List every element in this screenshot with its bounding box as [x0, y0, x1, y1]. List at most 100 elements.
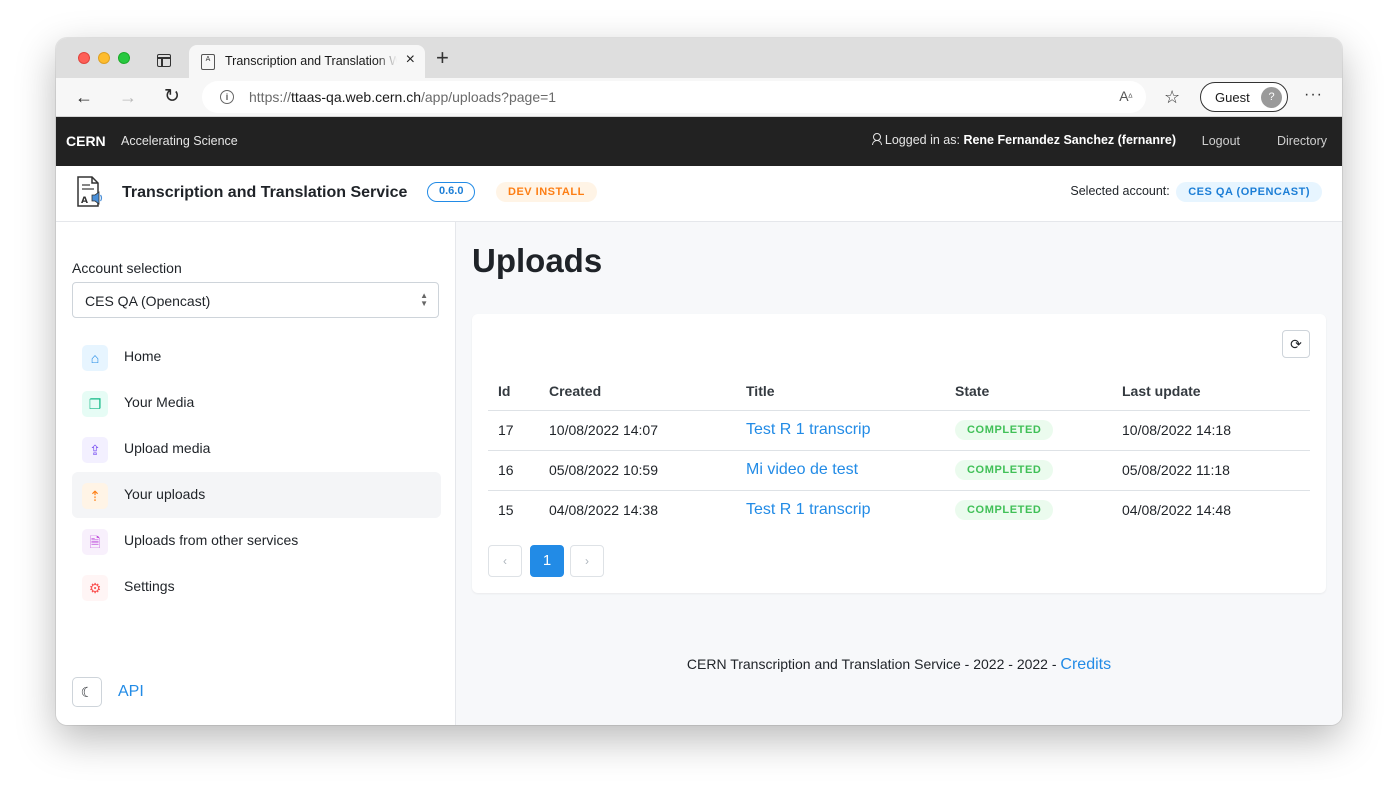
- cell-created: 10/08/2022 14:07: [539, 410, 736, 451]
- page-button-current[interactable]: 1: [530, 545, 564, 577]
- upload-title-link[interactable]: Test R 1 transcrip: [746, 421, 870, 438]
- api-link[interactable]: API: [118, 683, 144, 701]
- url-text[interactable]: https://ttaas-qa.web.cern.ch/app/uploads…: [249, 89, 556, 105]
- back-arrow-icon[interactable]: ←: [72, 85, 96, 109]
- cell-created: 05/08/2022 10:59: [539, 450, 736, 491]
- upload-title-link[interactable]: Test R 1 transcrip: [746, 501, 870, 518]
- transcription-logo-icon[interactable]: A: [75, 176, 103, 208]
- tab-actions-icon[interactable]: [157, 54, 171, 67]
- footer-text: CERN Transcription and Translation Servi…: [686, 656, 1057, 672]
- url-host: ttaas-qa.web.cern.ch: [291, 89, 421, 105]
- selector-arrows-icon: ▲ ▼: [420, 291, 428, 308]
- upload-title-link[interactable]: Mi video de test: [746, 461, 858, 478]
- account-select[interactable]: CES QA (Opencast) ▲ ▼: [72, 282, 439, 318]
- footer: CERN Transcription and Translation Servi…: [456, 656, 1342, 674]
- login-info: Logged in as: Rene Fernandez Sanchez (fe…: [871, 133, 1176, 147]
- read-aloud-icon[interactable]: Aᐞ: [1119, 88, 1133, 104]
- column-header-created[interactable]: Created: [539, 372, 736, 411]
- browser-tab[interactable]: A Transcription and Translation Web ×: [189, 45, 425, 78]
- chevron-right-icon[interactable]: ›: [570, 545, 604, 577]
- selected-account-badge: CES QA (OPENCAST): [1176, 182, 1322, 202]
- account-selection-label: Account selection: [72, 260, 182, 276]
- sidebar-item-label: Your Media: [124, 394, 195, 410]
- uploads-table: Id Created Title State Last update 17 10…: [488, 372, 1310, 530]
- directory-link[interactable]: Directory: [1277, 134, 1327, 148]
- cell-id: 17: [488, 410, 539, 451]
- cell-last-update: 05/08/2022 11:18: [1112, 450, 1310, 491]
- sidebar-item-home[interactable]: ⌂ Home: [72, 334, 441, 380]
- credits-link[interactable]: Credits: [1060, 656, 1111, 673]
- document-audio-icon: A: [201, 54, 215, 70]
- selected-account-label: Selected account:: [1070, 184, 1170, 198]
- home-icon: ⌂: [82, 345, 108, 371]
- version-badge: 0.6.0: [427, 182, 476, 202]
- guest-avatar-icon: ?: [1261, 87, 1282, 108]
- sidebar-item-label: Uploads from other services: [124, 532, 299, 548]
- theme-toggle-moon-icon[interactable]: ☾: [72, 677, 102, 707]
- cell-id: 16: [488, 450, 539, 491]
- url-scheme: https://: [249, 89, 292, 105]
- state-badge: COMPLETED: [955, 420, 1054, 440]
- upload-icon: ⇪: [82, 437, 108, 463]
- sidebar-item-upload-media[interactable]: ⇪ Upload media: [72, 426, 441, 472]
- sidebar-item-label: Upload media: [124, 440, 211, 456]
- logout-link[interactable]: Logout: [1202, 134, 1240, 148]
- refresh-icon[interactable]: ⟳: [1282, 330, 1310, 358]
- forward-arrow-icon[interactable]: →: [116, 85, 140, 109]
- cell-last-update: 04/08/2022 14:48: [1122, 502, 1231, 519]
- more-options-icon[interactable]: ···: [1304, 86, 1323, 104]
- uploads-card: ⟳ Id Created Title State Last update 17 …: [472, 314, 1326, 593]
- site-info-icon[interactable]: i: [220, 90, 234, 104]
- user-icon: [871, 133, 882, 145]
- favorites-icon[interactable]: ☆: [1164, 86, 1180, 108]
- maximize-window-button[interactable]: [118, 52, 130, 64]
- main-content: Uploads ⟳ Id Created Title State Last up…: [456, 222, 1342, 725]
- sidebar-item-your-uploads[interactable]: ⇡ Your uploads: [72, 472, 441, 518]
- reload-icon[interactable]: ↻: [160, 85, 184, 109]
- table-row: 17 10/08/2022 14:07 Test R 1 transcrip C…: [488, 410, 1310, 451]
- cern-toolbar: CERN Accelerating Science Logged in as: …: [56, 117, 1342, 166]
- sidebar-item-label: Your uploads: [124, 486, 206, 502]
- profile-button[interactable]: Guest ?: [1200, 82, 1288, 112]
- sidebar-item-your-media[interactable]: ❐ Your Media: [72, 380, 441, 426]
- files-icon: ❐: [82, 391, 108, 417]
- dev-install-badge: DEV INSTALL: [496, 182, 597, 202]
- state-badge: COMPLETED: [955, 500, 1054, 521]
- logged-in-user: Rene Fernandez Sanchez (fernanre): [963, 133, 1176, 147]
- table-row: 16 05/08/2022 10:59 Mi video de test COM…: [488, 450, 1310, 491]
- gear-icon: ⚙: [82, 575, 108, 601]
- sidebar: Account selection CES QA (Opencast) ▲ ▼ ⌂…: [56, 222, 456, 725]
- column-header-title[interactable]: Title: [736, 372, 945, 411]
- file-upload-icon: ⇡: [82, 483, 108, 509]
- chevron-left-icon[interactable]: ‹: [488, 545, 522, 577]
- column-header-id[interactable]: Id: [488, 372, 539, 411]
- logged-in-prefix: Logged in as:: [884, 133, 960, 147]
- table-row: 15 04/08/2022 14:38 Test R 1 transcrip C…: [488, 490, 1310, 530]
- app-header: A Transcription and Translation Service …: [56, 166, 1342, 222]
- browser-toolbar: ← → ↻ i https://ttaas-qa.web.cern.ch/app…: [56, 78, 1342, 117]
- close-window-button[interactable]: [78, 52, 90, 64]
- sidebar-item-uploads-other-services[interactable]: 🗎 Uploads from other services: [72, 518, 441, 564]
- url-path: /app/uploads?page=1: [421, 89, 557, 105]
- sidebar-item-settings[interactable]: ⚙ Settings: [72, 564, 441, 610]
- cell-id: 15: [498, 502, 514, 519]
- file-info-icon: 🗎: [82, 529, 108, 555]
- table-header-row: Id Created Title State Last update: [488, 372, 1310, 411]
- sidebar-item-label: Settings: [124, 578, 175, 594]
- new-tab-icon[interactable]: +: [436, 47, 449, 69]
- selected-account: Selected account: CES QA (OPENCAST): [1070, 182, 1322, 202]
- app-title[interactable]: Transcription and Translation Service: [122, 184, 407, 202]
- minimize-window-button[interactable]: [98, 52, 110, 64]
- address-bar[interactable]: i https://ttaas-qa.web.cern.ch/app/uploa…: [202, 81, 1146, 113]
- cell-created: 04/08/2022 14:38: [549, 502, 658, 519]
- cell-last-update: 10/08/2022 14:18: [1112, 410, 1310, 451]
- profile-label: Guest: [1215, 90, 1250, 105]
- svg-text:A: A: [81, 196, 88, 206]
- cern-logo[interactable]: CERN: [66, 133, 106, 149]
- account-select-value: CES QA (Opencast): [85, 293, 211, 309]
- column-header-state[interactable]: State: [945, 372, 1112, 411]
- close-tab-icon[interactable]: ×: [406, 51, 415, 69]
- sidebar-item-label: Home: [124, 348, 162, 364]
- page-title: Uploads: [472, 242, 603, 279]
- column-header-last-update[interactable]: Last update: [1112, 372, 1310, 411]
